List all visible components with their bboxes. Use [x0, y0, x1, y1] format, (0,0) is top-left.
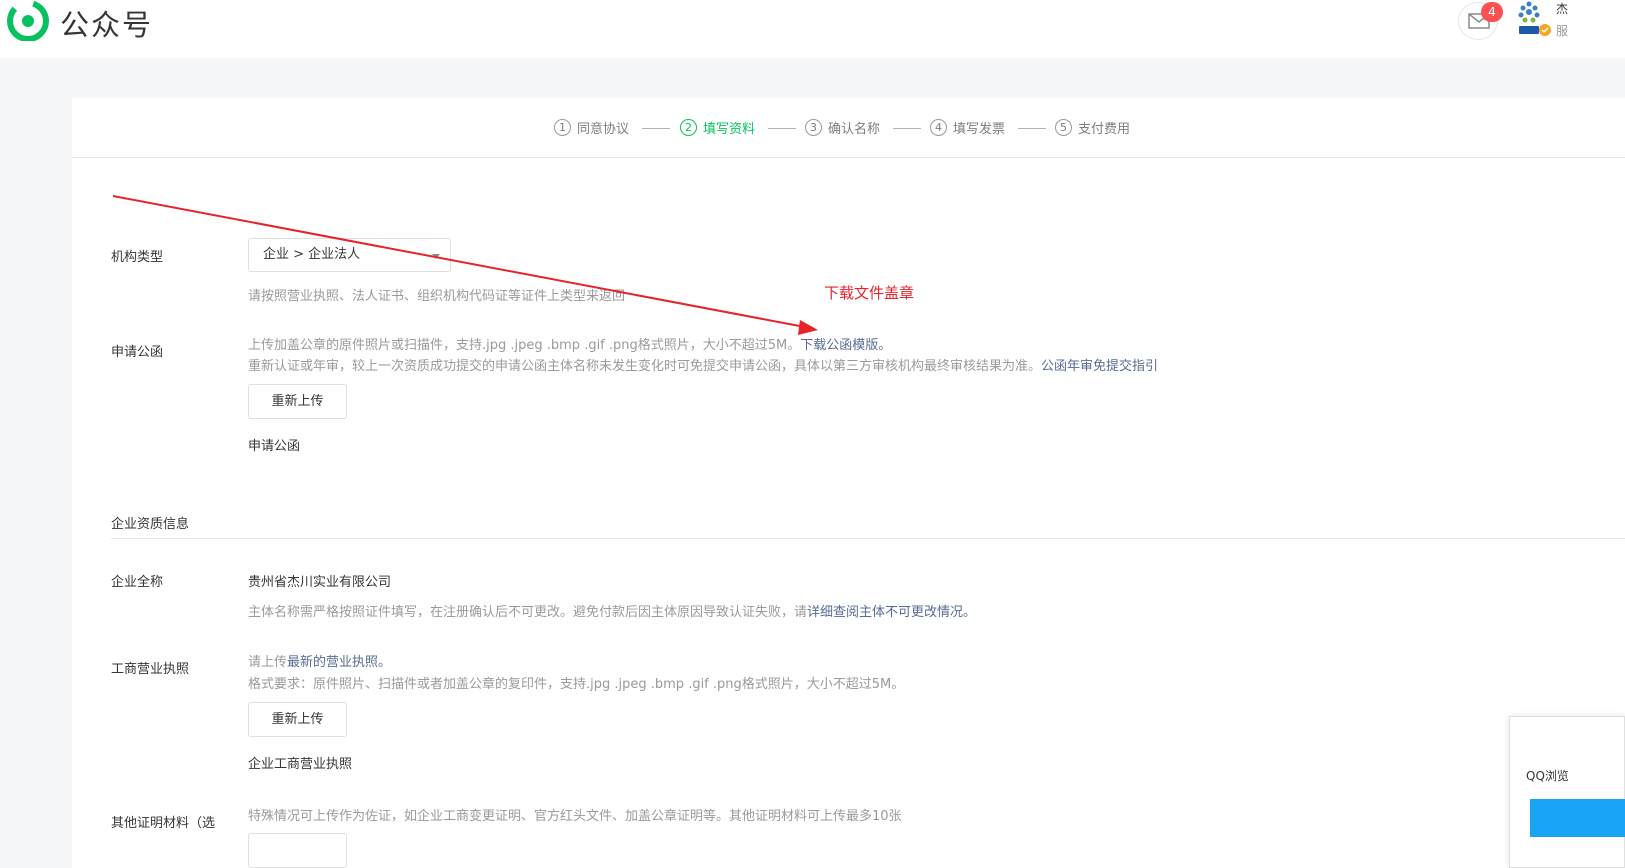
popup-button[interactable]	[1530, 799, 1625, 837]
mail-count-badge: 4	[1481, 2, 1503, 22]
avatar[interactable]	[1513, 0, 1553, 40]
license-hint-prefix: 请上传	[248, 655, 288, 670]
annual-review-guide-link[interactable]: 公函年审免提交指引	[1041, 359, 1158, 374]
license-label: 工商营业执照	[111, 662, 190, 677]
wechat-mp-logo-icon[interactable]	[7, 1, 49, 41]
user-name[interactable]: 杰	[1556, 0, 1568, 17]
org-type-hint: 请按照营业执照、法人证书、组织机构代码证等证件上类型来返回	[248, 289, 626, 304]
step-number: 2	[680, 119, 697, 136]
company-name-label: 企业全称	[111, 575, 164, 590]
popup-text: QQ浏览	[1526, 769, 1569, 783]
step-label: 同意协议	[577, 122, 630, 137]
latest-license-link[interactable]: 最新的营业执照。	[287, 655, 391, 670]
step-divider	[768, 128, 796, 129]
step-progress: 1 同意协议 2 填写资料 3 确认名称 4 填写发票 5 支付费用	[72, 98, 1625, 158]
top-bar: 公众号 4 杰 服	[0, 0, 1625, 58]
org-type-label: 机构类型	[111, 250, 164, 265]
step-confirm-name: 3 确认名称	[805, 118, 880, 137]
step-fill-info: 2 填写资料	[680, 118, 755, 137]
step-label: 支付费用	[1078, 122, 1131, 137]
chevron-down-icon	[432, 254, 440, 259]
other-materials-hint: 特殊情况可上传作为佐证，如企业工商变更证明、官方红头文件、加盖公章证明等。其他证…	[248, 809, 902, 824]
step-number: 1	[554, 119, 571, 136]
annotation-text: 下载文件盖章	[824, 284, 915, 302]
step-label: 填写发票	[953, 122, 1006, 137]
step-fill-invoice: 4 填写发票	[930, 118, 1005, 137]
user-subtitle: 服	[1556, 24, 1569, 38]
reupload-license-button[interactable]: 重新上传	[248, 702, 347, 737]
upload-other-materials-button[interactable]	[248, 833, 347, 868]
letter-hint-text: 上传加盖公章的原件照片或扫描件，支持.jpg .jpeg .bmp .gif .…	[248, 338, 801, 353]
license-hint-line2: 格式要求：原件照片、扫描件或者加盖公章的复印件，支持.jpg .jpeg .bm…	[248, 677, 905, 692]
name-unchangeable-link[interactable]: 详细查阅主体不可更改情况。	[807, 605, 976, 620]
step-divider	[642, 128, 670, 129]
letter-file-name: 申请公函	[248, 439, 301, 454]
letter-hint-line1: 上传加盖公章的原件照片或扫描件，支持.jpg .jpeg .bmp .gif .…	[248, 334, 891, 353]
section-title: 企业资质信息	[111, 517, 190, 532]
reupload-letter-button[interactable]: 重新上传	[248, 384, 347, 419]
step-label: 确认名称	[828, 122, 881, 137]
company-name-hint: 主体名称需严格按照证件填写，在注册确认后不可更改。避免付款后因主体原因导致认证失…	[248, 601, 976, 620]
section-divider	[111, 538, 1625, 539]
step-divider	[893, 128, 921, 129]
company-name-value: 贵州省杰川实业有限公司	[248, 575, 392, 590]
letter-hint-line2: 重新认证或年审，较上一次资质成功提交的申请公函主体名称未发生变化时可免提交申请公…	[248, 355, 1158, 374]
step-divider	[1018, 128, 1046, 129]
step-agree: 1 同意协议	[554, 118, 629, 137]
download-template-link[interactable]: 下载公函模版。	[800, 338, 891, 353]
brand-title[interactable]: 公众号	[60, 2, 153, 44]
browser-popup: QQ浏览	[1509, 716, 1625, 868]
step-pay-fee: 5 支付费用	[1055, 118, 1130, 137]
company-name-hint-text: 主体名称需严格按照证件填写，在注册确认后不可更改。避免付款后因主体原因导致认证失…	[248, 605, 808, 620]
org-type-value: 企业 > 企业法人	[263, 247, 361, 262]
step-label: 填写资料	[703, 122, 756, 137]
step-number: 5	[1055, 119, 1072, 136]
org-type-select[interactable]: 企业 > 企业法人	[248, 238, 451, 272]
letter-hint-text: 重新认证或年审，较上一次资质成功提交的申请公函主体名称未发生变化时可免提交申请公…	[248, 359, 1042, 374]
license-file-name: 企业工商营业执照	[248, 757, 353, 772]
step-number: 4	[930, 119, 947, 136]
other-materials-label: 其他证明材料（选	[111, 816, 216, 831]
letter-label: 申请公函	[111, 345, 164, 360]
license-hint-line1: 请上传最新的营业执照。	[248, 651, 391, 670]
step-number: 3	[805, 119, 822, 136]
